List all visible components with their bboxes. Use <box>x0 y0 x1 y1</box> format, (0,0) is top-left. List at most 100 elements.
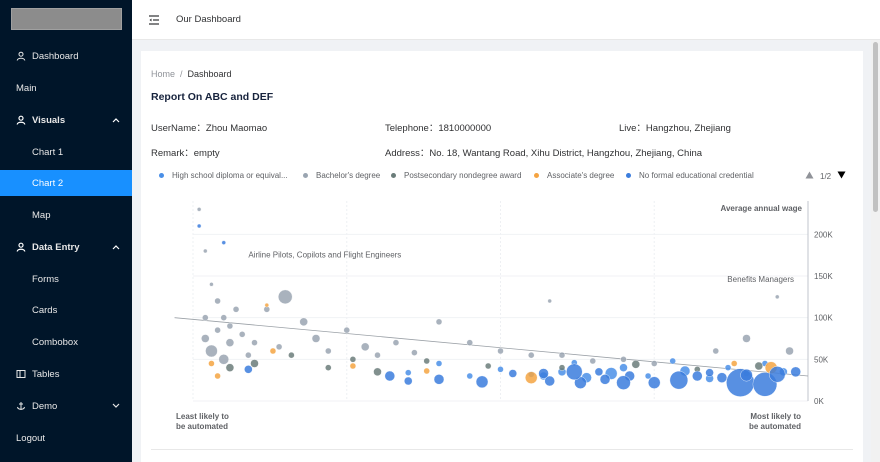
logo <box>11 8 122 30</box>
sidebar-item-dashboard[interactable]: Dashboard <box>0 43 132 69</box>
legend-label: Associate's degree <box>547 171 615 180</box>
data-point <box>238 331 246 338</box>
data-point <box>250 359 259 368</box>
data-point <box>475 375 489 389</box>
data-point <box>616 375 631 390</box>
data-point <box>790 366 801 378</box>
data-point <box>214 326 221 334</box>
data-point <box>201 334 210 343</box>
sidebar-item-data-entry[interactable]: Data Entry <box>0 234 132 260</box>
data-point <box>349 356 357 363</box>
x-axis-left-label: Least likely to <box>176 412 229 421</box>
data-point <box>411 349 418 356</box>
data-point <box>205 344 218 358</box>
remark-info: Remark：empty <box>151 148 220 159</box>
data-point <box>566 363 583 381</box>
data-point <box>269 347 277 355</box>
legend-dot <box>303 173 308 178</box>
legend-item[interactable]: Postsecondary nondegree award <box>391 171 521 180</box>
breadcrumb: Home / Dashboard <box>151 69 232 79</box>
legend-dot <box>391 173 396 178</box>
sidebar-item-combobox[interactable]: Combobox <box>0 329 132 355</box>
legend-label: Postsecondary nondegree award <box>404 171 522 180</box>
data-point <box>225 363 235 372</box>
chart-legend: High school diploma or equival... Bachel… <box>141 171 863 187</box>
data-point <box>209 282 214 287</box>
scatter-chart: 200K 150K 100K 50K 0K Average annual wage Airl… <box>174 201 833 431</box>
data-point <box>251 339 258 346</box>
triangle-down-icon[interactable] <box>837 171 846 181</box>
telephone-info: Telephone：1810000000 <box>385 123 492 134</box>
data-point <box>373 367 382 377</box>
x-axis-left-label: be automated <box>176 422 228 431</box>
data-point <box>423 357 430 365</box>
report-card: Home / Dashboard Report On ABC and DEF Use… <box>141 51 863 462</box>
sidebar-item-label: Cards <box>32 304 58 316</box>
data-point <box>466 339 473 346</box>
sidebar-item-forms[interactable]: Forms <box>0 266 132 292</box>
y-axis-title: Average annual wage <box>720 204 802 213</box>
data-point <box>384 370 396 382</box>
legend-item[interactable]: No formal educational credential <box>626 171 754 180</box>
sidebar-item-visuals[interactable]: Visuals <box>0 107 132 133</box>
triangle-up-icon[interactable] <box>805 171 814 181</box>
data-point <box>196 207 202 212</box>
data-point <box>218 354 229 365</box>
data-point <box>724 364 732 371</box>
address-info: Address：No. 18, Wantang Road, Xihu Distr… <box>385 148 703 159</box>
sidebar-item-chart1[interactable]: Chart 1 <box>0 139 132 165</box>
y-tick-label: 100K <box>814 314 833 323</box>
sidebar-item-label: Combobox <box>32 336 78 348</box>
legend-item[interactable]: Bachelor's degree <box>303 171 380 180</box>
user-icon <box>16 115 26 125</box>
data-point <box>196 223 202 229</box>
data-point <box>221 240 226 245</box>
data-point <box>374 351 381 359</box>
y-tick-label: 200K <box>814 230 833 239</box>
annotation-label: Airline Pilots, Copilots and Flight Engi… <box>248 251 401 260</box>
data-point <box>754 361 763 371</box>
sidebar-item-map[interactable]: Map <box>0 202 132 228</box>
data-point <box>214 297 221 305</box>
sidebar-item-main[interactable]: Main <box>0 75 132 101</box>
data-point <box>360 342 370 352</box>
y-tick-label: 50K <box>814 355 829 364</box>
annotation-label: Benefits Managers <box>727 275 794 284</box>
sidebar-item-tables[interactable]: Tables <box>0 361 132 387</box>
y-tick-label: 0K <box>814 397 824 406</box>
sidebar-item-chart2[interactable]: Chart 2 <box>0 170 132 196</box>
data-point <box>547 298 552 304</box>
data-point <box>214 372 221 380</box>
breadcrumb-current: Dashboard <box>187 69 232 79</box>
report-title: Report On ABC and DEF <box>151 91 274 103</box>
data-point <box>731 360 738 367</box>
data-point <box>485 362 492 370</box>
data-point <box>202 314 209 321</box>
data-point <box>244 365 253 374</box>
sidebar-item-demo[interactable]: Demo <box>0 393 132 419</box>
data-point <box>433 374 445 385</box>
legend-item[interactable]: High school diploma or equival... <box>159 171 288 180</box>
data-point <box>226 322 234 330</box>
legend-dot <box>534 173 539 178</box>
data-point <box>275 343 283 351</box>
data-point <box>716 372 728 383</box>
anchor-icon <box>16 401 26 411</box>
data-point <box>785 346 794 356</box>
sidebar-item-label: Map <box>32 209 51 221</box>
data-point <box>203 248 208 254</box>
topbar: Our Dashboard <box>132 0 880 40</box>
sidebar-item-cards[interactable]: Cards <box>0 297 132 323</box>
scrollbar[interactable] <box>871 40 880 462</box>
menu-fold-icon[interactable] <box>148 14 160 26</box>
breadcrumb-home[interactable]: Home <box>151 69 175 79</box>
trend-line <box>174 317 809 377</box>
user-icon <box>16 242 26 252</box>
legend-label: High school diploma or equival... <box>172 171 288 180</box>
x-axis-right-label: be automated <box>749 422 801 431</box>
scrollbar-thumb[interactable] <box>873 42 878 212</box>
data-point <box>631 360 640 369</box>
legend-item[interactable]: Associate's degree <box>534 171 614 180</box>
data-point <box>325 347 332 355</box>
sidebar-item-logout[interactable]: Logout <box>0 425 132 451</box>
